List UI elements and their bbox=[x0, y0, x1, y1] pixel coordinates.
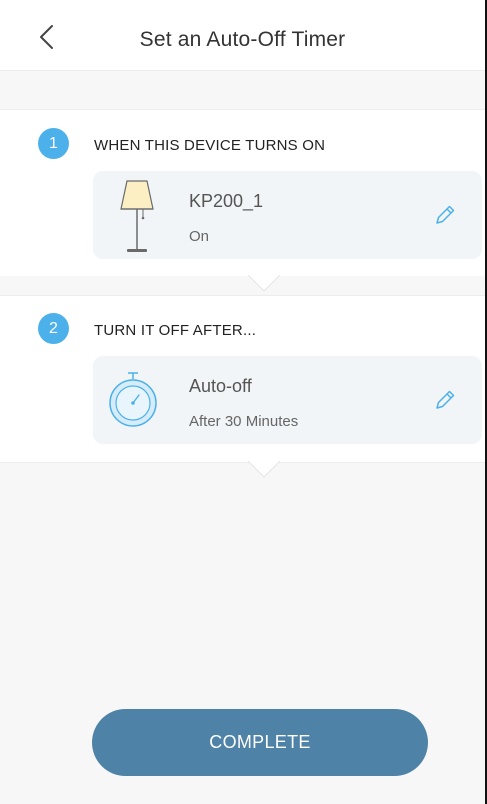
device-card[interactable]: KP200_1 On bbox=[93, 171, 482, 259]
auto-off-duration: After 30 Minutes bbox=[189, 413, 299, 430]
connector-arrow bbox=[247, 275, 281, 292]
page-title: Set an Auto-Off Timer bbox=[139, 28, 346, 51]
auto-off-card[interactable]: Auto-off After 30 Minutes bbox=[93, 356, 482, 444]
auto-off-title: Auto-off bbox=[189, 376, 252, 396]
header-bar: Set an Auto-Off Timer bbox=[0, 0, 485, 71]
pencil-icon bbox=[436, 205, 455, 224]
complete-button[interactable]: COMPLETE bbox=[92, 709, 428, 776]
stopwatch-icon bbox=[108, 370, 158, 435]
edit-device-button[interactable] bbox=[433, 203, 457, 227]
step-then-section: 2 TURN IT OFF AFTER... Auto-off After 30… bbox=[0, 295, 485, 463]
connector-arrow bbox=[247, 461, 281, 478]
device-state: On bbox=[189, 228, 210, 245]
step-label: WHEN THIS DEVICE TURNS ON bbox=[94, 137, 326, 154]
screen: Set an Auto-Off Timer 1 WHEN THIS DEVICE… bbox=[0, 0, 487, 804]
device-name: KP200_1 bbox=[189, 191, 264, 211]
floor-lamp-icon bbox=[117, 179, 157, 260]
pencil-icon bbox=[436, 390, 455, 409]
step-number-badge: 1 bbox=[38, 128, 69, 159]
step-label: TURN IT OFF AFTER... bbox=[94, 322, 257, 339]
step-number-badge: 2 bbox=[38, 313, 69, 344]
edit-timer-button[interactable] bbox=[433, 388, 457, 412]
step-when-section: 1 WHEN THIS DEVICE TURNS ON KP200_1 On bbox=[0, 109, 485, 276]
